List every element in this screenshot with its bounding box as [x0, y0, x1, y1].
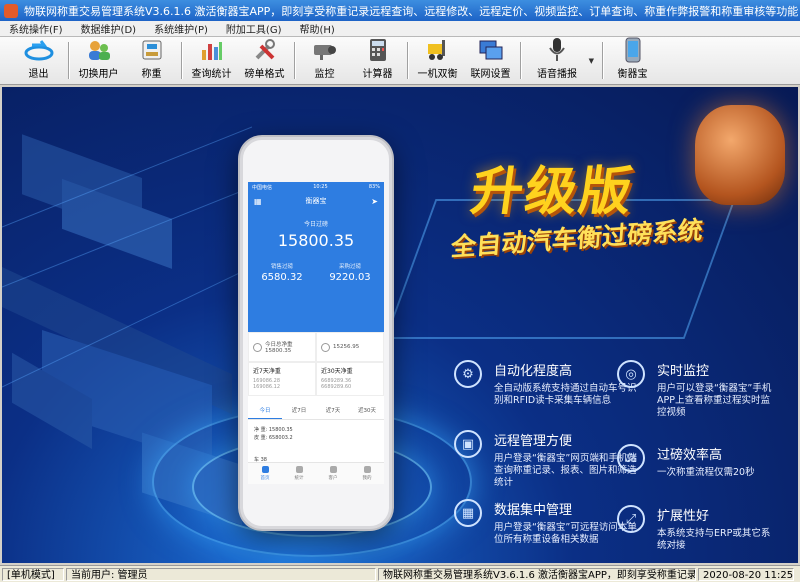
voice-broadcast-button[interactable]: 语音播报 ▼ — [524, 37, 594, 84]
toolbar-separator — [520, 42, 521, 79]
tab-30days[interactable]: 近30天 — [350, 402, 384, 419]
banner-headline: 升级版 — [467, 162, 638, 222]
nav-stats[interactable]: 统计 — [282, 463, 316, 484]
send-icon: ➤ — [371, 196, 378, 206]
fist-illustration — [695, 105, 785, 205]
datetime: 2020-08-20 11:25:58 — [698, 567, 794, 581]
scale-icon — [137, 37, 167, 63]
expand-icon: ⤢ — [617, 505, 645, 533]
nav-home[interactable]: 首页 — [248, 463, 282, 484]
feature-monitoring: ◎ 实时监控 用户可以登录“衡器宝”手机APP上查看称重过程实时监控视频 — [617, 360, 777, 419]
app-title: 衡器宝 — [305, 197, 327, 205]
sell-buy-summary: 销售过磅 6580.32 采购过磅 9220.03 — [261, 264, 371, 283]
today-summary: 今日过磅 15800.35 — [248, 209, 384, 250]
stats-icon — [295, 466, 303, 473]
gear-icon: ⚙ — [454, 360, 482, 388]
period-tabs: 今日 近7日 近7天 近30天 — [248, 402, 384, 420]
nav-customers[interactable]: 客户 — [316, 463, 350, 484]
network-icon — [476, 37, 506, 63]
marquee-text: 物联网称重交易管理系统V3.6.1.6 激活衡器宝APP，即刻享受称重记录远 — [378, 567, 696, 581]
customer-icon — [329, 466, 337, 473]
stats-grid: 今日总净重 15800.35 15256.95 近7天净重 169086.28 16… — [248, 332, 384, 396]
current-user: 当前用户: 管理员 — [66, 567, 376, 581]
phone-icon — [618, 37, 648, 63]
exit-button[interactable]: 退出 — [12, 37, 65, 84]
home-icon — [261, 466, 269, 473]
stat-card: 今日总净重 15800.35 — [248, 332, 316, 362]
forklift-icon — [423, 37, 453, 63]
menu-help[interactable]: 帮助(H) — [290, 21, 343, 36]
switch-user-button[interactable]: 切换用户 — [72, 37, 125, 84]
app-header: 中国电信 10:25 83% ▦ 衡器宝 ➤ 今日过磅 15800.35 销售过… — [248, 182, 384, 332]
microphone-icon — [542, 37, 572, 63]
toolbar-separator — [407, 42, 408, 79]
app-title-bar: ▦ 衡器宝 ➤ — [248, 193, 384, 209]
promo-banner: 升级版 全自动汽车衡过磅系统 中国电信 10:25 83% ▦ 衡器宝 ➤ 今日… — [2, 87, 798, 563]
nav-me[interactable]: 我的 — [350, 463, 384, 484]
toolbar-separator — [181, 42, 182, 79]
status-bar: [单机模式] 当前用户: 管理员 物联网称重交易管理系统V3.6.1.6 激活衡… — [0, 565, 800, 582]
query-stats-button[interactable]: 查询统计 — [185, 37, 238, 84]
network-settings-button[interactable]: 联网设置 — [464, 37, 517, 84]
weight-icon — [321, 342, 330, 352]
app-icon — [4, 3, 18, 18]
today-value: 15800.35 — [277, 231, 355, 250]
grid-icon: ▦ — [454, 499, 482, 527]
stat-card: 15256.95 — [316, 332, 384, 362]
menu-system[interactable]: 系统操作(F) — [0, 21, 72, 36]
user-icon — [363, 466, 371, 473]
feature-efficiency: ⚖ 过磅效率高 一次称重流程仅需20秒 — [617, 444, 777, 479]
hengqibao-button[interactable]: 衡器宝 — [606, 37, 659, 84]
mode-indicator: [单机模式] — [2, 567, 64, 581]
remote-icon: ▣ — [454, 430, 482, 458]
calculator-button[interactable]: 计算器 — [351, 37, 404, 84]
phone-bottom-nav: 首页 统计 客户 我的 — [248, 462, 384, 484]
phone-status-bar: 中国电信 10:25 83% — [252, 184, 380, 191]
tab-today[interactable]: 今日 — [248, 402, 282, 419]
menu-bar: 系统操作(F) 数据维护(D) 系统维护(P) 附加工具(G) 帮助(H) — [0, 21, 800, 37]
stat-card: 近30天净重 6689289.36 6689289.60 — [316, 362, 384, 396]
toolbar-separator — [602, 42, 603, 79]
chevron-down-icon[interactable]: ▼ — [589, 57, 594, 65]
camera-icon — [310, 37, 340, 63]
toolbar-separator — [294, 42, 295, 79]
calculator-icon — [363, 37, 393, 63]
tab-7day[interactable]: 近7日 — [282, 402, 316, 419]
window-title: 物联网称重交易管理系统V3.6.1.6 激活衡器宝APP，即刻享受称重记录远程查… — [24, 4, 799, 18]
dual-scale-button[interactable]: 一机双衡 — [411, 37, 464, 84]
grid-icon: ▦ — [254, 196, 262, 206]
window-titlebar: 物联网称重交易管理系统V3.6.1.6 激活衡器宝APP，即刻享受称重记录远程查… — [0, 0, 800, 21]
scale-icon: ⚖ — [617, 444, 645, 472]
monitor-button[interactable]: 监控 — [298, 37, 351, 84]
toolbar-separator — [68, 42, 69, 79]
menu-data[interactable]: 数据维护(D) — [72, 21, 146, 36]
ticket-format-button[interactable]: 磅单格式 — [238, 37, 291, 84]
cctv-icon: ◎ — [617, 360, 645, 388]
menu-maintenance[interactable]: 系统维护(P) — [145, 21, 217, 36]
tab-7days[interactable]: 近7天 — [316, 402, 350, 419]
weigh-button[interactable]: 称重 — [125, 37, 178, 84]
tools-icon — [250, 37, 280, 63]
report-icon — [197, 37, 227, 63]
exit-icon — [24, 37, 54, 63]
weight-icon — [253, 342, 262, 352]
phone-mockup: 中国电信 10:25 83% ▦ 衡器宝 ➤ 今日过磅 15800.35 销售过… — [240, 137, 392, 529]
switch-user-icon — [84, 37, 114, 63]
menu-tools[interactable]: 附加工具(G) — [217, 21, 291, 36]
feature-extensibility: ⤢ 扩展性好 本系统支持与ERP或其它系统对接 — [617, 505, 777, 552]
phone-screen: 中国电信 10:25 83% ▦ 衡器宝 ➤ 今日过磅 15800.35 销售过… — [248, 182, 384, 484]
stat-card: 近7天净重 169086.28 169086.12 — [248, 362, 316, 396]
toolbar: 退出 切换用户 称重 查询统计 磅单格式 监控 计算器 一机双衡 联网设置 语音… — [0, 37, 800, 85]
